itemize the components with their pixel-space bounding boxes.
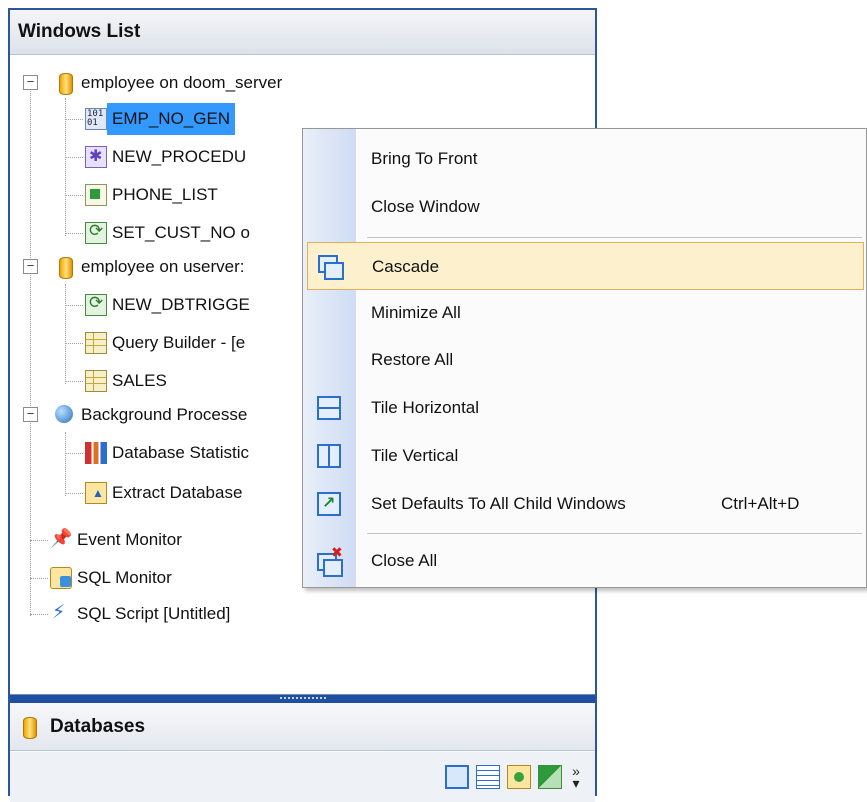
tree-node-label: PHONE_LIST bbox=[112, 185, 218, 204]
tree-node-label: NEW_PROCEDU bbox=[112, 147, 247, 166]
table-icon bbox=[85, 370, 107, 392]
menu-item-close-all[interactable]: ✖ Close All bbox=[303, 537, 866, 585]
generator-icon: 101 01 bbox=[85, 108, 107, 130]
menu-item-label: Close Window bbox=[371, 197, 480, 216]
menu-item-label: Bring To Front bbox=[371, 149, 478, 168]
menu-item-label: Minimize All bbox=[371, 303, 461, 322]
menu-item-cascade[interactable]: Cascade bbox=[307, 242, 864, 290]
databases-toolbar: » ▾ bbox=[10, 752, 595, 802]
folder-icon[interactable] bbox=[507, 765, 531, 789]
procedure-icon bbox=[85, 146, 107, 168]
cascade-icon bbox=[318, 255, 344, 280]
monitor-icon bbox=[50, 567, 72, 589]
tree-node-label: SQL Monitor bbox=[77, 568, 172, 587]
tree-node-employee-userver[interactable]: employee on userver: bbox=[54, 250, 249, 284]
tree-node-label: EMP_NO_GEN bbox=[107, 103, 236, 135]
tree-node-database-statistics[interactable]: Database Statistic bbox=[85, 436, 254, 470]
menu-item-shortcut: Ctrl+Alt+D bbox=[721, 494, 800, 513]
tree-node-label: SET_CUST_NO o bbox=[112, 223, 250, 242]
tree-node-query-builder[interactable]: Query Builder - [e bbox=[85, 326, 250, 360]
tree-node-label: Event Monitor bbox=[77, 530, 182, 549]
extract-icon bbox=[85, 482, 107, 504]
tree-node-background-processes[interactable]: Background Processe bbox=[54, 398, 252, 432]
windows-list-header: Windows List bbox=[10, 10, 595, 55]
tree-node-label: SQL Script [Untitled] bbox=[77, 604, 231, 623]
trigger-icon bbox=[85, 221, 107, 244]
tree-node-sql-script[interactable]: SQL Script [Untitled] bbox=[50, 597, 235, 631]
view-icon bbox=[85, 184, 107, 206]
tree-node-label: employee on doom_server bbox=[81, 73, 283, 92]
menu-item-tile-vertical[interactable]: Tile Vertical bbox=[303, 432, 866, 480]
menu-item-label: Cascade bbox=[372, 257, 440, 276]
menu-item-tile-horizontal[interactable]: Tile Horizontal bbox=[303, 384, 866, 432]
panel-title: Windows List bbox=[18, 21, 141, 42]
menu-item-label: Tile Vertical bbox=[371, 446, 459, 465]
tree-node-label: Background Processe bbox=[81, 405, 248, 424]
panel-splitter[interactable] bbox=[10, 694, 595, 703]
close-icon: ✖ bbox=[331, 544, 343, 560]
tree-node-label: employee on userver: bbox=[81, 257, 245, 276]
menu-item-set-defaults[interactable]: Set Defaults To All Child Windows Ctrl+A… bbox=[303, 480, 866, 528]
menu-separator bbox=[367, 237, 862, 238]
tree-node-label: SALES bbox=[112, 371, 167, 390]
menu-item-bring-to-front[interactable]: Bring To Front bbox=[303, 135, 866, 183]
windows-context-menu: Bring To Front Close Window Cascade Mini… bbox=[302, 128, 867, 588]
tile-horizontal-icon bbox=[317, 396, 341, 420]
tree-node-label: NEW_DBTRIGGE bbox=[112, 295, 250, 314]
menu-item-label: Restore All bbox=[371, 350, 454, 369]
tree-node-label: Query Builder - [e bbox=[112, 333, 246, 352]
database-icon bbox=[54, 72, 76, 95]
view-icon[interactable] bbox=[538, 765, 562, 789]
database-icon bbox=[54, 256, 76, 279]
background-process-icon bbox=[54, 404, 76, 426]
collapse-toggle[interactable]: − bbox=[23, 259, 38, 274]
script-icon bbox=[50, 601, 72, 625]
splitter-grip[interactable] bbox=[280, 697, 326, 700]
tree-node-emp-no-gen[interactable]: 101 01 EMP_NO_GEN bbox=[85, 102, 236, 136]
statistics-icon bbox=[85, 442, 107, 464]
menu-item-restore-all[interactable]: Restore All bbox=[303, 336, 866, 384]
close-all-icon: ✖ bbox=[317, 544, 343, 577]
tree-node-phone-list[interactable]: PHONE_LIST bbox=[85, 178, 223, 212]
tree-node-label: Extract Database bbox=[112, 483, 243, 502]
table-icon bbox=[85, 332, 107, 354]
menu-item-label: Close All bbox=[371, 551, 438, 570]
chevron-more-icon[interactable]: » ▾ bbox=[569, 764, 583, 790]
menu-separator bbox=[367, 533, 862, 534]
tree-node-new-procedure[interactable]: NEW_PROCEDU bbox=[85, 140, 251, 174]
collapse-toggle[interactable]: − bbox=[23, 407, 38, 422]
menu-item-label: Set Defaults To All Child Windows bbox=[371, 494, 626, 513]
pin-icon bbox=[50, 528, 72, 551]
tree-node-extract-database[interactable]: Extract Database bbox=[85, 476, 247, 510]
menu-item-minimize-all[interactable]: Minimize All bbox=[303, 289, 866, 337]
tree-node-event-monitor[interactable]: Event Monitor bbox=[50, 523, 187, 557]
collapse-toggle[interactable]: − bbox=[23, 75, 38, 90]
databases-icon bbox=[18, 716, 40, 739]
databases-title: Databases bbox=[50, 715, 146, 737]
grid-icon[interactable] bbox=[476, 765, 500, 789]
databases-header[interactable]: Databases bbox=[10, 703, 595, 751]
set-defaults-icon bbox=[317, 492, 341, 516]
tree-node-set-cust-no[interactable]: SET_CUST_NO o bbox=[85, 216, 255, 250]
tree-node-sql-monitor[interactable]: SQL Monitor bbox=[50, 561, 177, 595]
dbtrigger-icon bbox=[85, 293, 107, 316]
tree-node-label: Database Statistic bbox=[112, 443, 250, 462]
tile-vertical-icon bbox=[317, 444, 341, 468]
tree-node-employee-doom[interactable]: employee on doom_server bbox=[54, 66, 287, 100]
tree-node-new-dbtrigger[interactable]: NEW_DBTRIGGE bbox=[85, 288, 255, 322]
menu-item-label: Tile Horizontal bbox=[371, 398, 480, 417]
new-window-icon[interactable] bbox=[445, 765, 469, 789]
tree-node-sales[interactable]: SALES bbox=[85, 364, 172, 398]
menu-item-close-window[interactable]: Close Window bbox=[303, 183, 866, 231]
